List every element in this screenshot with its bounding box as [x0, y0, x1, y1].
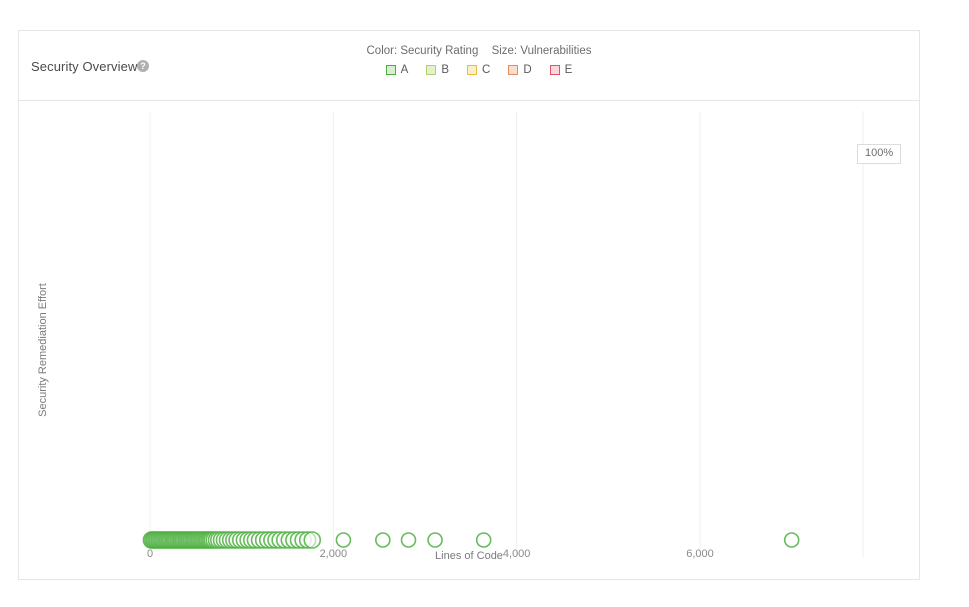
- data-point[interactable]: [335, 532, 352, 548]
- legend-color-caption: Color: Security Rating: [366, 45, 479, 57]
- data-point[interactable]: [375, 532, 391, 548]
- legend-item-b[interactable]: B: [426, 64, 449, 76]
- legend-item-label: E: [564, 64, 573, 76]
- legend-item-e[interactable]: E: [549, 64, 573, 76]
- data-point[interactable]: [475, 532, 492, 548]
- legend-item-a[interactable]: A: [385, 64, 409, 76]
- legend-item-label: C: [482, 64, 491, 76]
- data-point[interactable]: [427, 532, 443, 548]
- data-point[interactable]: [783, 532, 800, 548]
- screenshot-root: Security Overview ? Color: Security Rati…: [0, 0, 969, 607]
- data-point[interactable]: [400, 532, 417, 548]
- legend-size-caption: Size: Vulnerabilities: [491, 45, 592, 57]
- legend-item-label: B: [441, 64, 450, 76]
- x-axis-label: Lines of Code: [435, 550, 503, 562]
- legend-swatch-icon: [385, 65, 396, 75]
- help-circle-icon[interactable]: ?: [137, 60, 149, 72]
- security-overview-card: Security Overview ? Color: Security Rati…: [18, 30, 920, 580]
- legend-item-label: D: [523, 64, 532, 76]
- legend-captions: Color: Security Rating Size: Vulnerabili…: [349, 45, 609, 57]
- legend-items: A B C D E: [349, 64, 609, 76]
- legend-swatch-icon: [426, 65, 437, 75]
- card-header: Security Overview ? Color: Security Rati…: [19, 31, 919, 101]
- scatter-plot-svg[interactable]: [19, 101, 921, 580]
- legend-item-d[interactable]: D: [508, 64, 532, 76]
- legend-item-label: A: [400, 64, 409, 76]
- zoom-percent-badge[interactable]: 100%: [857, 144, 902, 164]
- legend-swatch-icon: [549, 65, 560, 75]
- legend-swatch-icon: [508, 65, 519, 75]
- data-point[interactable]: [303, 531, 322, 549]
- legend-swatch-icon: [467, 65, 478, 75]
- page-title: Security Overview: [31, 59, 138, 74]
- chart-plot-area: Security Remediation Effort 0 2,000 4,000 6…: [19, 101, 919, 580]
- chart-legend: Color: Security Rating Size: Vulnerabili…: [349, 45, 609, 76]
- legend-item-c[interactable]: C: [467, 64, 490, 76]
